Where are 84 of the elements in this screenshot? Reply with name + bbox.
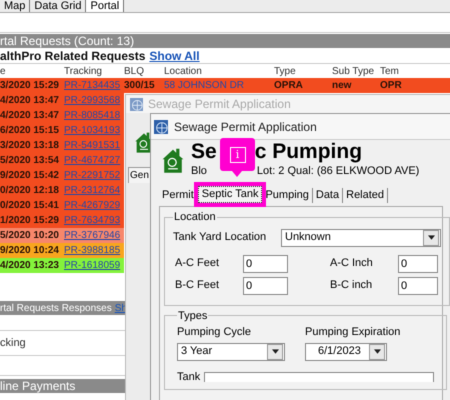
field-label: Pumping Cycle [177, 325, 252, 340]
number-field[interactable]: 0 [398, 276, 438, 294]
globe-icon [130, 98, 143, 110]
tab[interactable]: Related [343, 188, 388, 203]
number-field[interactable]: 0 [398, 254, 438, 272]
permit-heading: Se [191, 140, 217, 163]
group-title: Location [173, 210, 217, 225]
tab[interactable]: Pumping [262, 188, 313, 203]
date-picker[interactable]: 6/1/2023 [305, 342, 387, 360]
table-row[interactable]: 6/2020 15:15 PR-1034193 [0, 123, 124, 138]
column-header[interactable]: Location [164, 64, 274, 78]
show-all-link[interactable]: Show All [149, 46, 200, 64]
table-cell-text: new [332, 79, 352, 93]
tab[interactable]: Data [312, 188, 344, 203]
tank-yard-dropdown[interactable]: Unknown [281, 228, 441, 246]
field-label: A-C Inch [330, 256, 374, 272]
window-title: Sewage Permit Application [174, 118, 317, 136]
column-header[interactable]: Tem [380, 64, 410, 78]
table-cell-text: 6/2020 15:15 [0, 124, 60, 138]
dropdown-arrow-button[interactable] [423, 230, 439, 246]
tracking-link[interactable]: PR-3988185 [64, 243, 124, 258]
table-row[interactable]: 1/2020 15:29 PR-7634793 [0, 213, 124, 228]
group-title: Types [177, 308, 208, 324]
number-field[interactable]: 0 [243, 276, 288, 294]
globe-icon [154, 120, 168, 134]
column-header[interactable]: Type [274, 64, 332, 78]
window-title: Sewage Permit Application [148, 96, 291, 113]
tank-dropdown[interactable] [204, 372, 434, 382]
table-cell-text: 0/2020 15:41 [0, 199, 60, 213]
caret-icon [374, 349, 380, 354]
number-field[interactable]: 0 [243, 254, 288, 272]
table-row[interactable]: 4/2020 13:47 PR-2993568 [0, 93, 124, 108]
section-title: althPro Related Requests [0, 48, 146, 64]
table-row[interactable]: 4/2020 13:47 PR-8085418 [0, 108, 124, 123]
table-cell-text: 9/2020 15:42 [0, 169, 60, 183]
column-header[interactable]: e [0, 64, 64, 78]
table-cell-text: 4/2020 13:23 [0, 259, 60, 273]
table-row[interactable]: 9/2020 15:42 PR-2291752 [0, 168, 124, 183]
table-row[interactable]: 9/2020 10:24 PR-3988185 [0, 243, 124, 258]
dropdown-arrow-button[interactable] [267, 344, 283, 360]
caret-icon [272, 349, 278, 354]
table-row[interactable]: 4/2020 13:23 PR-1618059 [0, 258, 124, 273]
table-row[interactable]: 3/2020 13:18 PR-5491531 [0, 138, 124, 153]
table-cell-text: 9/2020 10:24 [0, 244, 60, 258]
table-row[interactable]: 5/2020 10:20 PR-3767946 [0, 228, 124, 243]
column-header[interactable]: BLQ [124, 64, 164, 78]
permit-subtitle: Blo [191, 164, 207, 179]
table-cell-text: 4/2020 13:47 [0, 109, 60, 123]
field-label: Pumping Expiration [305, 325, 400, 340]
field-label: cking [0, 336, 26, 351]
column-header[interactable]: Sub Type [332, 64, 380, 78]
table-cell-text: 5/2020 10:20 [0, 229, 60, 243]
table-cell-text: 300/15 [124, 79, 156, 93]
table-cell-text: 5/2020 13:54 [0, 154, 60, 168]
field-label: Tank Yard Location [173, 230, 268, 246]
tracking-link[interactable]: PR-1618059 [64, 258, 124, 273]
table-cell-text: 3/2020 13:18 [0, 139, 60, 153]
table-cell-text: 1/2020 15:29 [0, 214, 60, 228]
field-label: Tank [177, 370, 200, 384]
table-row[interactable]: 3/2020 15:29 PR-7134435 300/15 58 JOHNSON DR OPRA new OPR [0, 78, 450, 93]
table-cell-text: 0/2020 12:18 [0, 184, 60, 198]
callout-pointer-icon [232, 171, 242, 177]
tab[interactable]: Gen [128, 167, 151, 183]
permit-subtitle: Lot: 2 Qual: (86 ELKWOOD AVE) [256, 164, 420, 179]
field-label: B-C Feet [175, 278, 220, 294]
table-row[interactable]: 0/2020 15:41 PR-4267929 [0, 198, 124, 213]
section-header: rtal Requests (Count: 13) [0, 34, 450, 48]
permit-heading: c Pumping [254, 140, 362, 163]
table-row[interactable]: 5/2020 13:54 PR-4674727 [0, 153, 124, 168]
table-row[interactable]: 0/2020 12:18 PR-2312764 [0, 183, 124, 198]
dropdown-arrow-button[interactable] [369, 344, 385, 360]
field-label: B-C inch [330, 278, 374, 294]
table-cell-text: OPR [380, 79, 403, 93]
table-cell-text: 3/2020 15:29 [0, 79, 60, 93]
pumping-cycle-dropdown[interactable]: 3 Year [177, 342, 285, 360]
field-label: A-C Feet [175, 256, 220, 272]
table-cell-text: OPRA [274, 79, 304, 93]
table-cell-text: 4/2020 13:47 [0, 94, 60, 108]
section-header: line Payments [0, 379, 125, 393]
column-header[interactable]: Tracking [64, 64, 124, 78]
section-header: rtal Requests Responses [0, 302, 112, 316]
caret-icon [428, 235, 434, 240]
table-cell-text: 58 JOHNSON DR [164, 79, 246, 93]
top-tab[interactable]: Portal [86, 0, 124, 12]
